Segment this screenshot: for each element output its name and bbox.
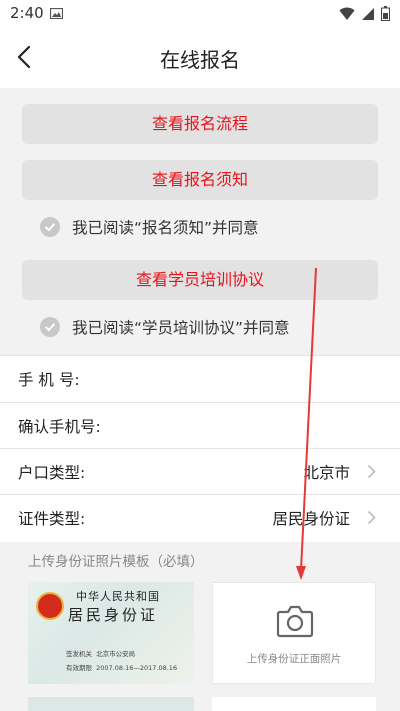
id-sample-validity: 有效期限 2007.08.16—2017.08.16	[66, 662, 177, 672]
confirm-phone-label: 确认手机号:	[18, 418, 101, 436]
agreement-agree-checkbox[interactable]: 我已阅读“学员培训协议”并同意	[40, 316, 290, 338]
national-emblem-icon	[36, 592, 64, 620]
id-sample-country: 中华人民共和国	[76, 590, 160, 603]
page-title: 在线报名	[160, 48, 240, 72]
camera-icon	[276, 605, 314, 638]
agreement-agree-label: 我已阅读“学员培训协议”并同意	[72, 319, 290, 337]
status-bar: 2:40	[0, 0, 400, 28]
id-type-row[interactable]: 证件类型: 居民身份证	[0, 495, 400, 541]
signal-icon	[362, 7, 374, 20]
chevron-right-icon	[367, 510, 376, 525]
upload-id-back-button[interactable]	[212, 697, 376, 711]
id-sample-issuer: 签发机关 北京市公安局	[66, 648, 135, 658]
app-header: 在线报名	[0, 28, 400, 88]
upload-id-front-button[interactable]: 上传身份证正面照片	[212, 582, 376, 684]
confirm-phone-row[interactable]: 确认手机号:	[0, 403, 400, 449]
id-sample-issuer-label: 签发机关	[66, 650, 92, 658]
status-time: 2:40	[10, 4, 44, 22]
phone-label: 手 机 号:	[18, 371, 80, 389]
view-agreement-button[interactable]: 查看学员培训协议	[22, 260, 378, 300]
hukou-type-label: 户口类型:	[18, 464, 86, 482]
id-type-label: 证件类型:	[18, 510, 86, 528]
id-type-value: 居民身份证	[272, 510, 350, 528]
registration-actions: 查看报名流程 查看报名须知 我已阅读“报名须知”并同意 查看学员培训协议 我已阅…	[0, 88, 400, 358]
hukou-type-value: 北京市	[303, 464, 350, 482]
chevron-right-icon	[367, 464, 376, 479]
id-sample-issuer-value: 北京市公安局	[96, 650, 136, 658]
notice-agree-checkbox[interactable]: 我已阅读“报名须知”并同意	[40, 216, 259, 238]
id-upload-section: 上传身份证照片模板（必填） 中华人民共和国 居民身份证 签发机关 北京市公安局 …	[0, 542, 400, 711]
view-notice-button[interactable]: 查看报名须知	[22, 160, 378, 200]
image-notification-icon	[50, 8, 63, 19]
battery-icon	[381, 6, 390, 21]
wifi-icon	[339, 7, 355, 20]
hukou-type-row[interactable]: 户口类型: 北京市	[0, 449, 400, 495]
notice-agree-label: 我已阅读“报名须知”并同意	[72, 219, 259, 237]
status-icons	[339, 6, 390, 21]
check-icon	[40, 217, 60, 237]
id-sample-valid-label: 有效期限	[66, 664, 92, 672]
phone-row[interactable]: 手 机 号:	[0, 356, 400, 402]
id-card-sample-back	[28, 697, 194, 711]
view-process-button[interactable]: 查看报名流程	[22, 104, 378, 144]
id-card-sample-front: 中华人民共和国 居民身份证 签发机关 北京市公安局 有效期限 2007.08.1…	[28, 582, 194, 684]
upload-front-hint: 上传身份证正面照片	[246, 653, 342, 665]
check-icon	[40, 317, 60, 337]
id-sample-card-name: 居民身份证	[68, 606, 159, 624]
id-sample-valid-value: 2007.08.16—2017.08.16	[96, 664, 178, 672]
upload-title: 上传身份证照片模板（必填）	[28, 554, 204, 570]
